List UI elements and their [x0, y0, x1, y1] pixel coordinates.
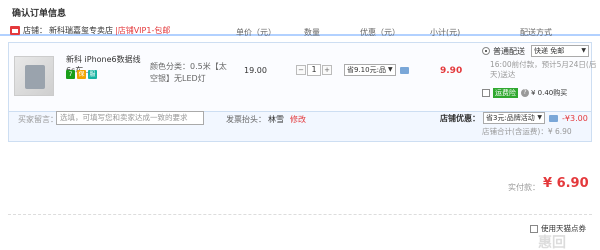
promo-value: 省9.10元:品	[347, 66, 386, 74]
quantity-input[interactable]: 1	[307, 64, 321, 76]
product-spec: 颜色分类：0.5米【太 空银】无LED灯	[150, 61, 230, 85]
discount-amount: -¥3.00	[562, 113, 588, 123]
shop-label: 店铺：	[23, 25, 47, 35]
shop-icon	[10, 25, 20, 35]
insurance-checkbox[interactable]	[482, 89, 490, 97]
payment-area	[8, 150, 592, 210]
shop-name-link[interactable]: 新科瑞嘉玺专卖店	[49, 25, 113, 36]
product-thumbnail[interactable]	[14, 56, 54, 96]
chevron-down-icon: ▼	[537, 114, 542, 121]
shipping-note: 16:00前付款，预计5月24日(后天)送达	[490, 60, 597, 79]
shop-discount-label: 店铺优惠：	[440, 113, 480, 123]
shop-discount-value: 省3元:品牌活动	[486, 114, 535, 122]
item-subtotal: 9.90	[440, 66, 463, 76]
help-icon[interactable]: ?	[521, 89, 529, 97]
message-label: 买家留言：	[18, 115, 58, 124]
shop-discount: 店铺优惠： 省3元:品牌活动 ▼ -¥3.00	[440, 112, 588, 124]
page-title: 确认订单信息	[12, 9, 67, 19]
badge-service-icon: 服	[88, 70, 97, 79]
shipping-select[interactable]: 快递 免邮 ▼	[531, 45, 589, 57]
chevron-down-icon: ▼	[581, 47, 586, 54]
vip-badge: |店铺VIP1-包邮	[115, 25, 171, 35]
promo-group: 省9.10元:品 ▼	[344, 64, 409, 76]
payment-amount: ¥ 6.90	[543, 176, 589, 191]
column-shipping: 配送方式	[520, 28, 552, 37]
column-quantity: 数量	[304, 28, 320, 37]
column-discount: 优惠（元）	[360, 28, 400, 37]
insurance-price-text: ¥ 0.40购买	[531, 89, 568, 97]
insurance-tag: 运费险	[493, 88, 518, 98]
increase-button[interactable]: +	[322, 65, 332, 75]
column-subtotal: 小计(元)	[430, 28, 461, 37]
modify-link[interactable]: 修改	[290, 114, 306, 125]
watermark-logo: 惠回	[538, 235, 566, 250]
shipping-option-label: 普通配送	[493, 46, 525, 56]
spec-line: 颜色分类：0.5米【太	[150, 62, 227, 71]
payment-label: 实付款：	[508, 183, 540, 192]
invoice-label: 发票抬头：	[226, 115, 266, 124]
quantity-stepper: − 1 +	[296, 64, 332, 76]
column-unit-price: 单价（元）	[236, 28, 276, 37]
discount-info-icon[interactable]	[549, 114, 558, 122]
badge-guarantee-icon: 保	[77, 70, 86, 79]
shipping-option: 普通配送 快递 免邮 ▼	[482, 45, 589, 57]
unit-price: 19.00	[244, 66, 267, 75]
chevron-down-icon: ▼	[387, 66, 393, 73]
shipping-radio[interactable]	[482, 47, 490, 55]
chat-icon[interactable]	[399, 66, 409, 74]
shipping-select-value: 快递 免邮	[534, 47, 565, 55]
insurance-option: 运费险 ? ¥ 0.40购买	[482, 88, 567, 98]
divider	[8, 214, 592, 215]
spec-line: 空银】无LED灯	[150, 74, 206, 83]
shop-discount-select[interactable]: 省3元:品牌活动 ▼	[483, 112, 545, 124]
coupon-checkbox[interactable]	[530, 224, 538, 233]
service-badges: 7 保 服	[66, 70, 97, 79]
decrease-button[interactable]: −	[296, 65, 306, 75]
shop-row: 店铺： 新科瑞嘉玺专卖店 |店铺VIP1-包邮	[0, 22, 170, 38]
buyer-message-input[interactable]: 选填，可填写您和卖家达成一致的要求	[56, 111, 204, 125]
insurance-price: ? ¥ 0.40购买	[521, 88, 567, 98]
invoice-name: 林雪	[268, 115, 284, 124]
shop-total: 店铺合计(含运费)：¥ 6.90	[482, 127, 572, 136]
badge-7day-icon: 7	[66, 70, 75, 79]
promo-select[interactable]: 省9.10元:品 ▼	[344, 64, 396, 76]
